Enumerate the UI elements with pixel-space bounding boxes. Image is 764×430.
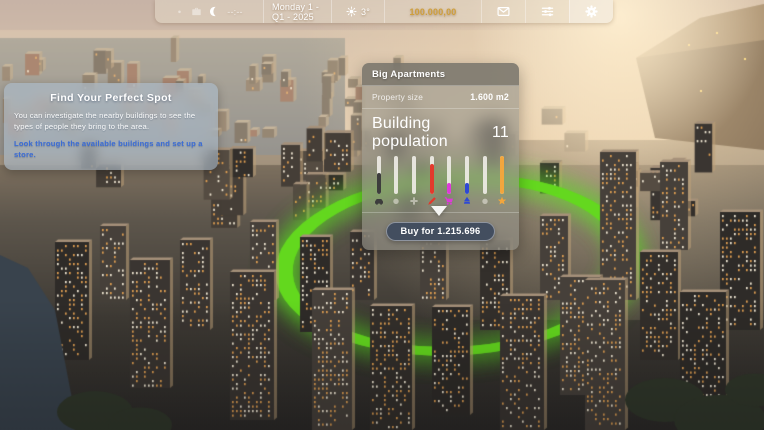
gear-icon (585, 5, 598, 18)
money-display: 100.000,00 (384, 0, 481, 23)
population-bars (372, 156, 509, 207)
hint-title: Find Your Perfect Spot (14, 92, 208, 104)
status-segment: --:-- (155, 0, 263, 23)
population-bar-cart (443, 156, 456, 207)
circle-icon (480, 196, 490, 207)
settings-sliders-button[interactable] (525, 0, 569, 23)
gear-menu-button[interactable] (569, 0, 613, 23)
game-screen: --:-- Monday 1 - Q1 - 2025 3° 100.000,00… (0, 0, 764, 430)
property-size-value: 1.600 m2 (470, 92, 509, 102)
status-dot-icon (175, 7, 184, 16)
sliders-icon (541, 5, 554, 18)
building-population-block: Building population 11 (362, 109, 519, 213)
population-bar-circle (478, 156, 491, 207)
tutorial-hint-panel: Find Your Perfect Spot You can investiga… (4, 83, 218, 170)
population-bar-brush (461, 156, 474, 207)
date-display: Monday 1 - Q1 - 2025 (263, 0, 331, 23)
temperature-label: 3° (361, 7, 370, 17)
brush-icon (462, 196, 472, 207)
panel-pointer-arrow (431, 206, 447, 216)
building-info-panel: Big Apartments Property size 1.600 m2 Bu… (362, 63, 519, 250)
mail-icon (497, 5, 510, 18)
population-bar-star (496, 156, 509, 207)
hint-objective-link: Look through the available buildings and… (14, 139, 208, 160)
population-bar-plus (407, 156, 420, 207)
star-icon (497, 196, 507, 207)
population-label: Building population (372, 115, 492, 151)
car-icon (374, 196, 384, 207)
population-value: 11 (492, 124, 509, 142)
property-size-label: Property size (372, 92, 423, 102)
population-bar-pen (425, 156, 438, 207)
population-bar-car (372, 156, 385, 207)
clock-display: --:-- (227, 7, 243, 17)
building-title: Big Apartments (362, 63, 519, 86)
population-bar-circle (390, 156, 403, 207)
hint-body: You can investigate the nearby buildings… (14, 111, 208, 132)
weather-segment: 3° (331, 0, 384, 23)
circle-icon (391, 196, 401, 207)
top-hud-bar: --:-- Monday 1 - Q1 - 2025 3° 100.000,00 (155, 0, 613, 23)
sun-icon (346, 6, 357, 17)
mail-button[interactable] (481, 0, 525, 23)
briefcase-icon (191, 6, 202, 17)
property-size-row: Property size 1.600 m2 (362, 86, 519, 109)
buy-button[interactable]: Buy for 1.215.696 (386, 222, 496, 241)
plus-icon (409, 196, 419, 207)
moon-icon (209, 6, 220, 17)
